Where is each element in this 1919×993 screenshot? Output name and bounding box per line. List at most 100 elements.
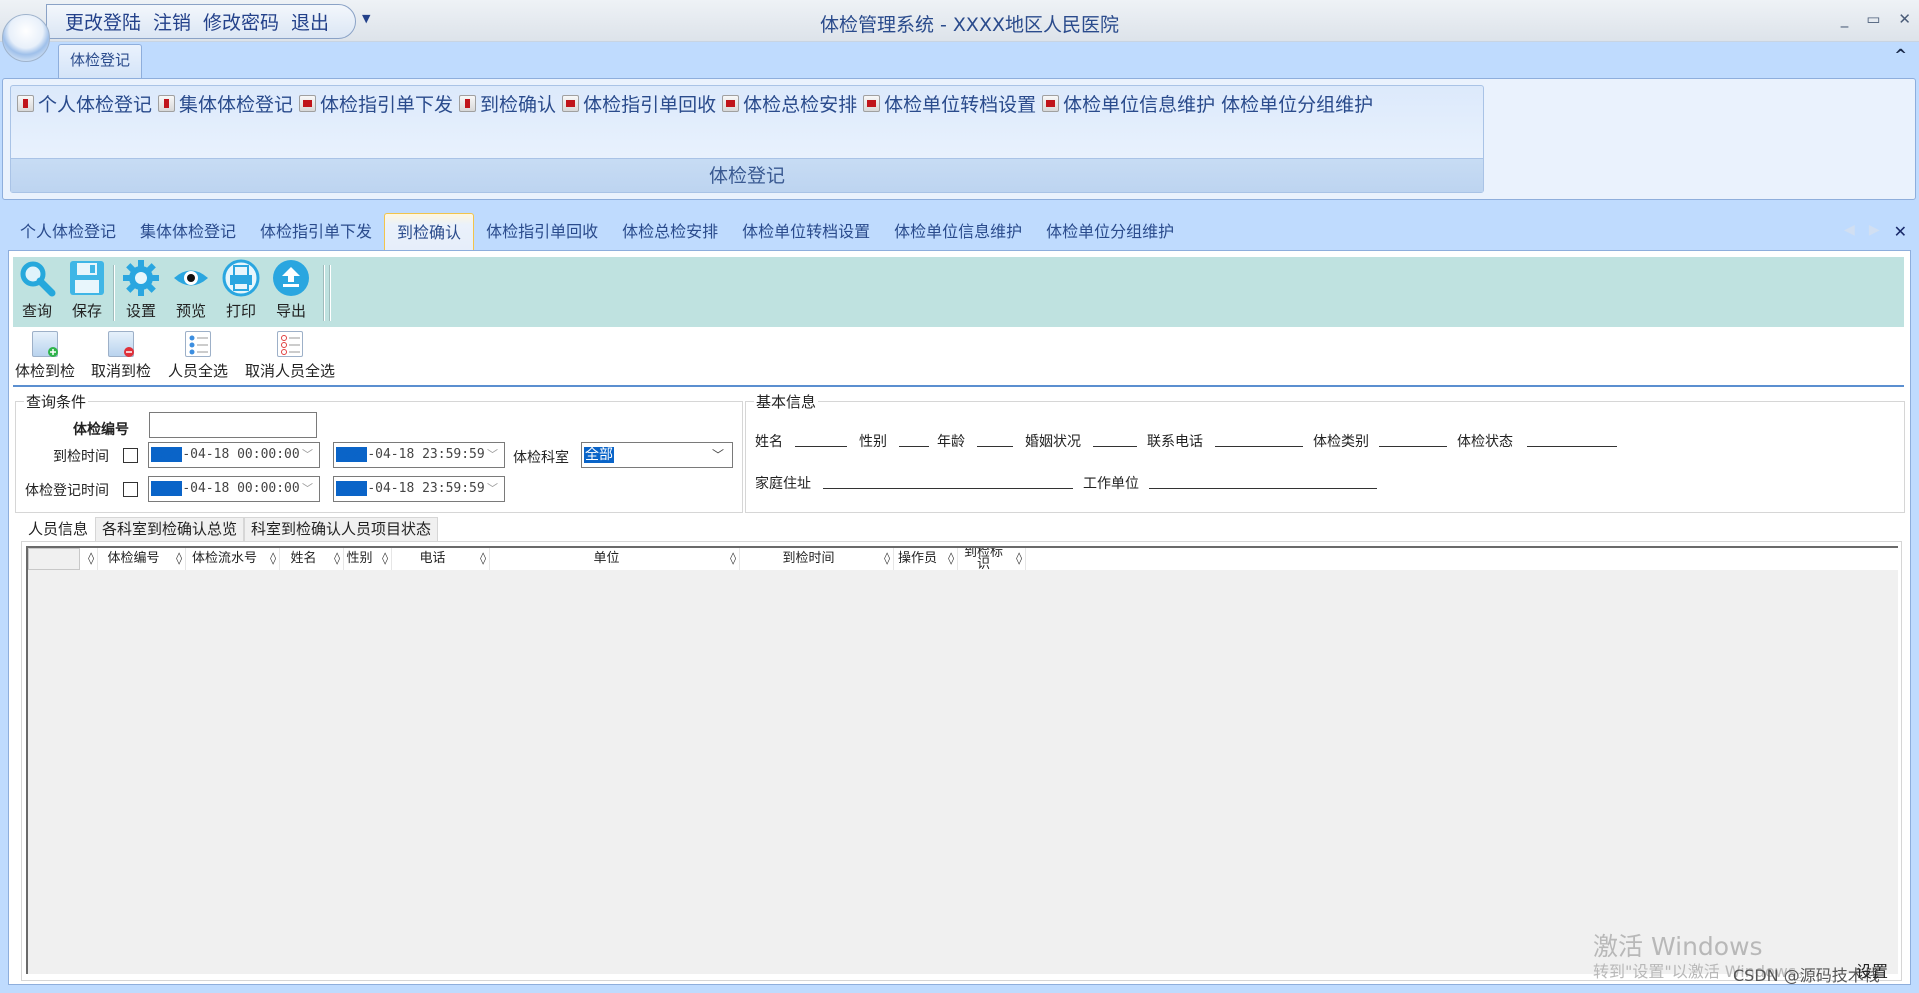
- toolbar-separator: [113, 265, 115, 321]
- print-button[interactable]: 打印: [219, 259, 263, 321]
- tab-scroll-left-icon[interactable]: ◀: [1844, 222, 1855, 241]
- deselect-all-button[interactable]: 取消人员全选: [245, 331, 335, 381]
- sort-icon[interactable]: ◊: [884, 552, 890, 564]
- arrival-time-checkbox[interactable]: [123, 448, 138, 463]
- column-label: 单位: [593, 551, 620, 566]
- register-to-picker[interactable]: 2023-04-18 23:59:59 ﹀: [333, 476, 505, 502]
- document-red-icon: [158, 94, 176, 112]
- ribbon-item[interactable]: 体检单位信息维护: [1042, 90, 1215, 117]
- age-label: 年龄: [937, 434, 965, 450]
- grid-column-header[interactable]: 体检编号 ◊: [98, 548, 186, 570]
- sort-icon[interactable]: ◊: [270, 552, 276, 564]
- grid-tab[interactable]: 科室到检确认人员项目状态: [244, 517, 439, 541]
- export-icon: [272, 259, 310, 297]
- sort-icon[interactable]: ◊: [176, 552, 182, 564]
- ribbon-panel: 个人体检登记 集体体检登记 体检指引单下发 到检确认 体检指引单回收 体检总检安排 体检单位…: [2, 78, 1916, 200]
- book-add-icon: [32, 331, 58, 357]
- doc-tab[interactable]: 集体体检登记: [128, 213, 248, 250]
- register-from-picker[interactable]: 2023-04-18 00:00:00 ﹀: [148, 476, 320, 502]
- grid-column-header[interactable]: 性别 ◊: [344, 548, 392, 570]
- sort-icon[interactable]: ◊: [382, 552, 388, 564]
- status-value: [1527, 446, 1617, 447]
- sort-icon[interactable]: ◊: [948, 552, 954, 564]
- sort-icon[interactable]: ◊: [1016, 552, 1022, 564]
- ribbon-item-label: 体检指引单回收: [583, 93, 717, 116]
- grid-column-header[interactable]: 体检流水号 ◊: [186, 548, 280, 570]
- app-orb-button[interactable]: [2, 14, 50, 62]
- grid-column-header[interactable]: 姓名 ◊: [280, 548, 344, 570]
- eye-icon: [172, 259, 210, 297]
- search-icon: [18, 259, 56, 297]
- check-in-label: 体检到检: [15, 362, 76, 380]
- grid-column-header[interactable]: 电话 ◊: [392, 548, 490, 570]
- doc-tab[interactable]: 到检确认: [384, 213, 475, 250]
- title-bar: 更改登陆 注销 修改密码 退出 ▼ 体检管理系统 - XXXX地区人民医院 _ …: [0, 0, 1919, 42]
- doc-tab[interactable]: 体检单位信息维护: [882, 213, 1034, 250]
- minimize-button[interactable]: _: [1841, 10, 1849, 28]
- sort-icon[interactable]: ◊: [88, 552, 94, 564]
- ribbon-item-label: 个人体检登记: [38, 93, 153, 116]
- ribbon-item[interactable]: 体检指引单下发: [299, 90, 453, 117]
- close-button[interactable]: ✕: [1898, 10, 1911, 28]
- cancel-check-in-button[interactable]: 取消到检: [91, 331, 151, 381]
- maximize-button[interactable]: ▭: [1866, 10, 1880, 28]
- ribbon-item[interactable]: 到检确认: [459, 90, 556, 117]
- export-button[interactable]: 导出: [269, 259, 313, 321]
- save-button[interactable]: 保存: [65, 259, 109, 321]
- print-label: 打印: [225, 302, 256, 320]
- select-all-button[interactable]: 人员全选: [168, 331, 228, 381]
- grid-column-header[interactable]: 到检时间 ◊: [740, 548, 894, 570]
- exam-no-input[interactable]: [149, 412, 317, 438]
- doc-tab[interactable]: 体检指引单回收: [474, 213, 610, 250]
- grid-corner-cell[interactable]: [28, 548, 80, 570]
- marital-value: [1093, 446, 1137, 447]
- register-time-checkbox[interactable]: [123, 482, 138, 497]
- query-label: 查询: [21, 302, 52, 320]
- ribbon-item[interactable]: 体检单位转档设置: [863, 90, 1036, 117]
- grid-column-header[interactable]: 单位 ◊: [490, 548, 740, 570]
- grid-column-header[interactable]: 操作员 ◊: [894, 548, 958, 570]
- ribbon-item-label: 体检指引单下发: [320, 93, 454, 116]
- ribbon-item[interactable]: 个人体检登记: [17, 90, 152, 117]
- grid-tab[interactable]: 人员信息: [21, 517, 96, 541]
- settings-button[interactable]: 设置: [119, 259, 163, 321]
- arrival-from-picker[interactable]: 2023-04-18 00:00:00 ﹀: [148, 442, 320, 468]
- query-button[interactable]: 查询: [15, 259, 59, 321]
- employer-value: [1149, 488, 1377, 489]
- employer-label: 工作单位: [1083, 476, 1139, 492]
- ribbon-item[interactable]: 体检总检安排: [722, 90, 857, 117]
- personnel-grid: ◊ 体检编号 ◊ 体检流水号 ◊ 姓名 ◊ 性别 ◊ 电话 ◊ 单位 ◊ 到检时间 ◊ 操作员 ◊ 到检标识 ◊: [26, 546, 1898, 974]
- brick-red-icon: [562, 94, 580, 112]
- close-tab-icon[interactable]: ✕: [1894, 222, 1907, 241]
- grid-column-header[interactable]: 到检标识 ◊: [958, 548, 1026, 570]
- ribbon-tab-registration[interactable]: 体检登记: [58, 44, 142, 78]
- settings-link[interactable]: 设置: [1856, 958, 1888, 982]
- ribbon-item[interactable]: 集体体检登记: [158, 90, 293, 117]
- grid-tab[interactable]: 各科室到检确认总览: [95, 517, 245, 541]
- gender-value: [899, 446, 929, 447]
- doc-tab[interactable]: 个人体检登记: [8, 213, 128, 250]
- toolbar-grip[interactable]: [329, 265, 331, 321]
- sort-icon[interactable]: ◊: [730, 552, 736, 564]
- doc-tab[interactable]: 体检总检安排: [610, 213, 730, 250]
- doc-tab[interactable]: 体检单位转档设置: [730, 213, 882, 250]
- ribbon-collapse-icon[interactable]: ^: [1894, 46, 1907, 64]
- check-in-button[interactable]: 体检到检: [15, 331, 75, 381]
- category-value: [1379, 446, 1447, 447]
- doc-tab[interactable]: 体检单位分组维护: [1034, 213, 1186, 250]
- arrival-to-picker[interactable]: 2023-04-18 23:59:59 ﹀: [333, 442, 505, 468]
- ribbon-item[interactable]: 体检指引单回收: [562, 90, 716, 117]
- tab-scroll-right-icon[interactable]: ▶: [1869, 222, 1880, 241]
- chevron-down-icon: ﹀: [711, 448, 724, 462]
- doc-tab[interactable]: 体检指引单下发: [248, 213, 384, 250]
- department-select[interactable]: 全部 ﹀: [581, 442, 733, 468]
- column-label: 电话: [419, 551, 446, 566]
- book-remove-icon: [108, 331, 134, 357]
- sort-icon[interactable]: ◊: [334, 552, 340, 564]
- grid-row-header-column[interactable]: ◊: [28, 548, 98, 570]
- preview-button[interactable]: 预览: [169, 259, 213, 321]
- ribbon-item[interactable]: 体检单位分组维护: [1221, 90, 1373, 117]
- sort-icon[interactable]: ◊: [480, 552, 486, 564]
- arrival-time-label: 到检时间: [53, 449, 109, 465]
- ribbon-item-label: 体检单位信息维护: [1063, 93, 1216, 116]
